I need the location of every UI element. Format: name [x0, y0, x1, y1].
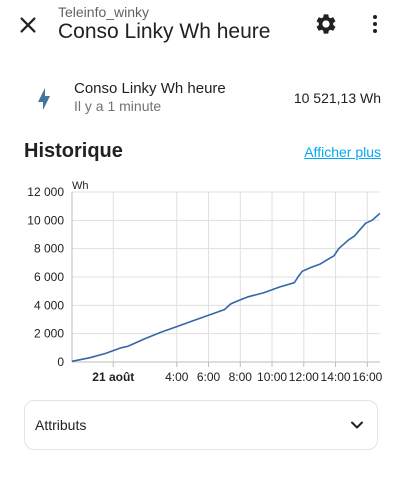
- x-axis-ticks: 21 août 4:00 6:00 8:00 10:00 12:00 14:00 16:00: [92, 370, 382, 384]
- x-tick-label: 16:00: [352, 370, 382, 384]
- y-tick-label: 8 000: [34, 242, 64, 256]
- y-axis-label: Wh: [72, 180, 89, 192]
- entity-last-changed: Il y a 1 minute: [74, 98, 162, 114]
- chart-axes: [71, 192, 380, 367]
- more-vertical-icon: [373, 15, 377, 33]
- chevron-down-icon: [347, 415, 367, 435]
- y-tick-label: 4 000: [34, 298, 64, 312]
- chart-grid: [72, 191, 380, 363]
- y-tick-label: 12 000: [27, 185, 64, 199]
- x-tick-label: 8:00: [229, 370, 253, 384]
- entity-name: Conso Linky Wh heure: [74, 80, 226, 97]
- attributes-label: Attributs: [35, 417, 87, 433]
- gear-icon: [316, 14, 336, 34]
- y-tick-label: 2 000: [34, 327, 64, 341]
- close-button[interactable]: [10, 8, 46, 42]
- show-more-link[interactable]: Afficher plus: [304, 144, 381, 160]
- x-tick-label: 4:00: [165, 370, 189, 384]
- dialog-title: Conso Linky Wh heure: [58, 20, 271, 43]
- chart-series: [71, 212, 381, 363]
- y-tick-label: 10 000: [27, 213, 64, 227]
- x-tick-label: 14:00: [321, 370, 351, 384]
- y-tick-label: 0: [57, 355, 64, 369]
- attributes-expander[interactable]: Attributs: [24, 400, 378, 450]
- history-chart[interactable]: 0 2 000 4 000 6 000 8 000 10 000 12 000 21 aoû…: [0, 170, 405, 395]
- close-icon: [20, 17, 36, 33]
- history-title: Historique: [24, 140, 123, 162]
- entity-state-value: 10 521,13 Wh: [293, 90, 381, 106]
- y-tick-label: 6 000: [34, 270, 64, 284]
- more-options-button[interactable]: [360, 6, 390, 42]
- settings-button[interactable]: [308, 6, 344, 42]
- x-tick-label: 6:00: [197, 370, 221, 384]
- x-tick-label: 21 août: [92, 370, 134, 384]
- dialog-subtitle: Teleinfo_winky: [58, 4, 150, 20]
- y-axis-ticks: 0 2 000 4 000 6 000 8 000 10 000 12 000: [27, 185, 64, 369]
- x-tick-label: 12:00: [289, 370, 319, 384]
- x-tick-label: 10:00: [257, 370, 287, 384]
- flash-icon: [32, 87, 56, 111]
- series-line: [71, 212, 381, 363]
